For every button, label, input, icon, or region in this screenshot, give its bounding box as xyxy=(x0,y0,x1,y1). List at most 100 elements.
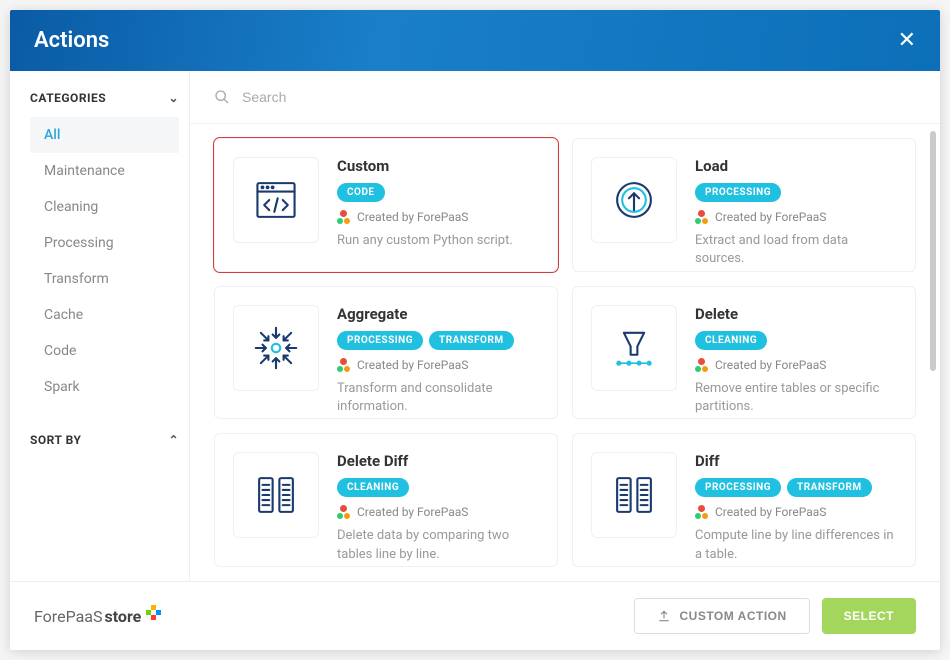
code-window-icon xyxy=(233,157,319,243)
search-input[interactable] xyxy=(242,89,916,105)
card-body: Delete DiffCLEANINGCreated by ForePaaSDe… xyxy=(337,452,539,548)
scrollbar-thumb[interactable] xyxy=(930,131,936,371)
select-button[interactable]: SELECT xyxy=(822,598,916,634)
modal-body: CATEGORIES ⌄ AllMaintenanceCleaningProce… xyxy=(10,71,940,581)
scrollbar[interactable] xyxy=(930,131,936,491)
tag: CLEANING xyxy=(695,331,767,350)
modal-footer: ForePaaS store CUSTOM ACTION SELECT xyxy=(10,581,940,650)
custom-action-button[interactable]: CUSTOM ACTION xyxy=(634,598,809,634)
card-title: Delete Diff xyxy=(337,452,539,470)
card-body: DeleteCLEANINGCreated by ForePaaSRemove … xyxy=(695,305,897,401)
load-circle-icon xyxy=(591,157,677,243)
tags: CLEANING xyxy=(695,331,897,350)
card-body: Aggregate PROCESSING TRANSFORM Created by F… xyxy=(337,305,539,401)
custom-action-label: CUSTOM ACTION xyxy=(679,609,786,623)
main-panel: Custom CODE Created by ForePaaS Run any cus… xyxy=(190,71,940,581)
close-icon[interactable]: ✕ xyxy=(898,28,916,53)
chevron-down-icon: ⌄ xyxy=(168,91,179,105)
search-bar xyxy=(190,71,940,124)
tag: CODE xyxy=(337,183,385,202)
creator: Created by ForePaaS xyxy=(337,358,539,372)
footer-actions: CUSTOM ACTION SELECT xyxy=(634,598,916,634)
action-card[interactable]: DeleteCLEANINGCreated by ForePaaSRemove … xyxy=(572,286,916,420)
category-item[interactable]: All xyxy=(30,117,179,153)
tag: TRANSFORM xyxy=(787,478,872,497)
card-title: Custom xyxy=(337,157,539,175)
creator: Created by ForePaaS xyxy=(695,505,897,519)
card-title: Load xyxy=(695,157,897,175)
creator: Created by ForePaaS xyxy=(337,210,539,224)
card-title: Aggregate xyxy=(337,305,539,323)
card-body: LoadPROCESSINGCreated by ForePaaSExtract… xyxy=(695,157,897,253)
creator: Created by ForePaaS xyxy=(695,210,897,224)
card-description: Compute line by line differences in a ta… xyxy=(695,527,897,563)
category-list: AllMaintenanceCleaningProcessingTransfor… xyxy=(30,117,179,405)
upload-icon xyxy=(657,609,671,623)
card-description: Extract and load from data sources. xyxy=(695,232,897,268)
delete-funnel-icon xyxy=(591,305,677,391)
tag: PROCESSING xyxy=(695,478,781,497)
tags: PROCESSING TRANSFORM xyxy=(695,478,897,497)
tag: CLEANING xyxy=(337,478,409,497)
forepaas-icon xyxy=(337,210,351,224)
category-item[interactable]: Cache xyxy=(30,297,179,333)
creator-text: Created by ForePaaS xyxy=(715,210,826,224)
card-description: Delete data by comparing two tables line… xyxy=(337,527,539,563)
card-title: Diff xyxy=(695,452,897,470)
cards-grid: Custom CODE Created by ForePaaS Run any cus… xyxy=(190,124,940,581)
action-card[interactable]: Delete Diff CLEANING Created by ForePaaS De… xyxy=(214,433,558,567)
forepaas-icon xyxy=(695,358,709,372)
aggregate-icon xyxy=(233,305,319,391)
two-tables-icon xyxy=(233,452,319,538)
card-description: Transform and consolidate information. xyxy=(337,380,539,416)
sortby-header[interactable]: SORT BY ⌃ xyxy=(30,433,179,447)
creator-text: Created by ForePaaS xyxy=(357,505,468,519)
sidebar: CATEGORIES ⌄ AllMaintenanceCleaningProce… xyxy=(10,71,190,581)
actions-modal: Actions ✕ CATEGORIES ⌄ AllMaintenanceCle… xyxy=(10,10,940,650)
brand-logo: ForePaaS store xyxy=(34,607,160,626)
tag: PROCESSING xyxy=(337,331,423,350)
brand-fore: ForePaaS xyxy=(34,607,102,626)
tags: PROCESSING xyxy=(695,183,897,202)
tag: PROCESSING xyxy=(695,183,781,202)
forepaas-icon xyxy=(337,505,351,519)
card-description: Remove entire tables or specific partiti… xyxy=(695,380,897,416)
modal-header: Actions ✕ xyxy=(10,10,940,71)
forepaas-icon xyxy=(337,358,351,372)
category-item[interactable]: Cleaning xyxy=(30,189,179,225)
select-label: SELECT xyxy=(844,609,894,623)
two-tables-icon xyxy=(591,452,677,538)
card-body: Diff PROCESSING TRANSFORM Created by ForePa… xyxy=(695,452,897,548)
card-body: Custom CODE Created by ForePaaS Run any cus… xyxy=(337,157,539,253)
creator-text: Created by ForePaaS xyxy=(715,358,826,372)
action-card[interactable]: Custom CODE Created by ForePaaS Run any cus… xyxy=(214,138,558,272)
action-card[interactable]: Load PROCESSING Created by ForePaaS Extract… xyxy=(572,138,916,272)
sortby-label: SORT BY xyxy=(30,433,81,447)
page-title: Actions xyxy=(34,28,109,53)
creator-text: Created by ForePaaS xyxy=(715,505,826,519)
forepaas-icon xyxy=(695,505,709,519)
tags: CLEANING xyxy=(337,478,539,497)
category-item[interactable]: Processing xyxy=(30,225,179,261)
search-icon xyxy=(214,89,230,105)
creator: Created by ForePaaS xyxy=(695,358,897,372)
category-item[interactable]: Maintenance xyxy=(30,153,179,189)
creator-text: Created by ForePaaS xyxy=(357,210,468,224)
tag: TRANSFORM xyxy=(429,331,514,350)
action-card[interactable]: Diff PROCESSING TRANSFORM Created by ForePa… xyxy=(572,433,916,567)
creator: Created by ForePaaS xyxy=(337,505,539,519)
tags: CODE xyxy=(337,183,539,202)
card-description: Run any custom Python script. xyxy=(337,232,539,250)
category-item[interactable]: Code xyxy=(30,333,179,369)
categories-header[interactable]: CATEGORIES ⌄ xyxy=(30,91,179,105)
brand-plus-icon xyxy=(146,605,160,619)
forepaas-icon xyxy=(695,210,709,224)
tags: PROCESSING TRANSFORM xyxy=(337,331,539,350)
creator-text: Created by ForePaaS xyxy=(357,358,468,372)
categories-label: CATEGORIES xyxy=(30,91,106,105)
category-item[interactable]: Spark xyxy=(30,369,179,405)
brand-store: store xyxy=(104,607,141,626)
chevron-up-icon: ⌃ xyxy=(168,433,179,447)
category-item[interactable]: Transform xyxy=(30,261,179,297)
action-card[interactable]: Aggregate PROCESSING TRANSFORM Created by F… xyxy=(214,286,558,420)
